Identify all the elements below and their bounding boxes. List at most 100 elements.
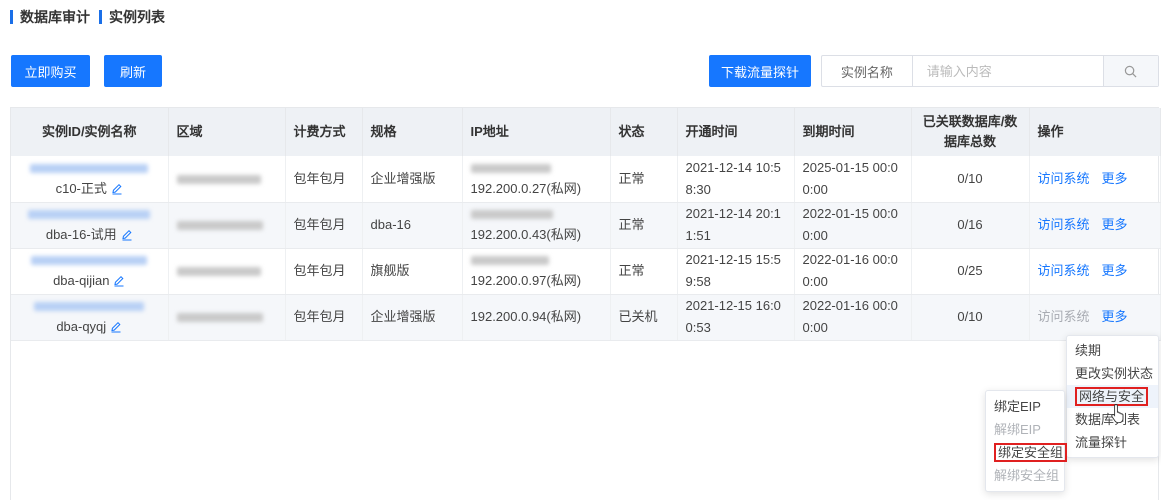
submenu-item-label: 解绑EIP <box>994 422 1041 437</box>
cell-expire-time: 2022-01-16 00:00:00 <box>794 248 912 295</box>
visit-system-link[interactable]: 访问系统 <box>1038 263 1090 278</box>
cell-spec: dba-16 <box>362 202 463 249</box>
search-group: 实例名称 <box>821 55 1159 87</box>
download-probe-button[interactable]: 下载流量探针 <box>709 55 811 87</box>
more-menu-item-label: 数据库列表 <box>1075 412 1141 427</box>
cell-expire-time: 2025-01-15 00:00:00 <box>794 156 912 203</box>
cell-status: 已关机 <box>610 294 678 341</box>
more-menu-item[interactable]: 更改实例状态 <box>1067 362 1158 385</box>
cell-ops: 访问系统 更多 <box>1029 294 1161 341</box>
col-header-spec: 规格 <box>362 108 463 156</box>
cell-spec: 企业增强版 <box>362 294 463 341</box>
private-ip: 192.200.0.94(私网) <box>470 309 582 324</box>
col-header-id: 实例ID/实例名称 <box>11 108 169 156</box>
cell-ip: 192.200.0.27(私网) <box>462 156 611 203</box>
cell-spec: 企业增强版 <box>362 156 463 203</box>
cell-status: 正常 <box>610 248 678 295</box>
network-security-submenu: 绑定EIP 解绑EIP 绑定安全组 解绑安全组 <box>985 390 1068 492</box>
more-link[interactable]: 更多 <box>1102 263 1128 278</box>
more-menu-item[interactable]: 续期 <box>1067 339 1158 362</box>
more-link[interactable]: 更多 <box>1102 217 1128 232</box>
submenu-item: 解绑安全组 <box>986 464 1064 487</box>
hand-pointer-icon <box>1111 404 1124 423</box>
submenu-item[interactable]: 绑定安全组 <box>986 441 1068 464</box>
more-menu-item[interactable]: 流量探针 <box>1067 431 1158 454</box>
search-input[interactable] <box>912 56 1103 86</box>
edit-icon[interactable] <box>110 321 122 333</box>
cell-status: 正常 <box>610 202 678 249</box>
edit-icon[interactable] <box>111 183 123 195</box>
cell-instance: c10-正式 <box>11 156 169 203</box>
cell-region <box>168 202 286 249</box>
more-menu-item-label: 流量探针 <box>1075 435 1128 450</box>
instance-name: dba-qyqj <box>56 319 107 334</box>
table-row: dba-qyqj 包年包月 企业增强版 192.200.0.94(私网) 已关机… <box>11 294 1161 341</box>
breadcrumb-level1[interactable]: 数据库审计 <box>20 7 90 27</box>
submenu-item: 解绑EIP <box>986 418 1064 441</box>
col-header-ops: 操作 <box>1029 108 1161 156</box>
buy-now-button[interactable]: 立即购买 <box>11 55 90 87</box>
instance-name: c10-正式 <box>55 180 107 196</box>
visit-system-link: 访问系统 <box>1037 309 1090 324</box>
table-row: c10-正式 包年包月 企业增强版 192.200.0.27(私网) 正常 20… <box>11 156 1161 203</box>
cell-expire-time: 2022-01-15 00:00:00 <box>794 202 912 249</box>
cell-billing: 包年包月 <box>285 294 363 341</box>
cell-db-count: 0/25 <box>911 248 1030 295</box>
edit-icon[interactable] <box>113 275 125 287</box>
more-menu-item-label: 更改实例状态 <box>1075 366 1154 381</box>
search-button[interactable] <box>1102 56 1158 86</box>
cell-db-count: 0/16 <box>911 202 1030 249</box>
submenu-item-label: 绑定EIP <box>994 399 1041 414</box>
cell-open-time: 2021-12-14 20:11:51 <box>677 202 795 249</box>
cell-open-time: 2021-12-15 15:59:58 <box>677 248 795 295</box>
col-header-billing: 计费方式 <box>285 108 363 156</box>
table-row: dba-qijian 包年包月 旗舰版 192.200.0.97(私网) 正常 … <box>11 248 1161 295</box>
instance-id-link[interactable] <box>19 204 160 224</box>
cell-ip: 192.200.0.97(私网) <box>462 248 611 295</box>
more-dropdown-menu: 续期 更改实例状态 网络与安全 数据库列表 流量探针 <box>1066 335 1159 458</box>
cell-billing: 包年包月 <box>285 248 363 295</box>
instance-id-link[interactable] <box>19 250 160 270</box>
more-menu-item-label: 续期 <box>1075 343 1102 358</box>
col-header-region: 区域 <box>168 108 286 156</box>
search-field-select[interactable]: 实例名称 <box>822 56 913 86</box>
col-header-db-count: 已关联数据库/数据库总数 <box>911 108 1030 156</box>
cell-instance: dba-qyqj <box>11 294 169 341</box>
private-ip: 192.200.0.43(私网) <box>470 227 582 242</box>
cell-spec: 旗舰版 <box>362 248 463 295</box>
cell-db-count: 0/10 <box>911 294 1030 341</box>
breadcrumb-bar <box>10 10 13 24</box>
cell-status: 正常 <box>610 156 678 203</box>
refresh-button[interactable]: 刷新 <box>104 55 162 87</box>
cell-db-count: 0/10 <box>911 156 1030 203</box>
cell-open-time: 2021-12-15 16:00:53 <box>677 294 795 341</box>
table-row: dba-16-试用 包年包月 dba-16 192.200.0.43(私网) 正… <box>11 202 1161 249</box>
breadcrumb: 数据库审计 实例列表 <box>10 8 165 26</box>
more-link[interactable]: 更多 <box>1102 171 1128 186</box>
breadcrumb-bar <box>99 10 102 24</box>
cell-region <box>168 248 286 295</box>
cell-ip: 192.200.0.43(私网) <box>462 202 611 249</box>
visit-system-link[interactable]: 访问系统 <box>1038 171 1090 186</box>
instance-id-link[interactable] <box>19 158 160 178</box>
visit-system-link[interactable]: 访问系统 <box>1038 217 1090 232</box>
col-header-status: 状态 <box>610 108 678 156</box>
cell-ops: 访问系统 更多 <box>1029 202 1161 249</box>
cell-expire-time: 2022-01-16 00:00:00 <box>794 294 912 341</box>
col-header-ip: IP地址 <box>462 108 611 156</box>
submenu-item[interactable]: 绑定EIP <box>986 395 1064 418</box>
breadcrumb-level2: 实例列表 <box>109 9 165 25</box>
instance-id-link[interactable] <box>19 296 160 316</box>
cell-billing: 包年包月 <box>285 156 363 203</box>
cell-region <box>168 294 286 341</box>
col-header-open-time: 开通时间 <box>677 108 795 156</box>
private-ip: 192.200.0.27(私网) <box>470 180 582 196</box>
instance-name: dba-16-试用 <box>45 227 117 242</box>
edit-icon[interactable] <box>121 229 133 241</box>
more-link[interactable]: 更多 <box>1102 309 1128 324</box>
table-header-row: 实例ID/实例名称 区域 计费方式 规格 IP地址 状态 开通时间 到期时间 已… <box>11 108 1161 156</box>
cell-billing: 包年包月 <box>285 202 363 249</box>
private-ip: 192.200.0.97(私网) <box>470 273 582 288</box>
cell-instance: dba-qijian <box>11 248 169 295</box>
search-icon <box>1125 65 1137 77</box>
